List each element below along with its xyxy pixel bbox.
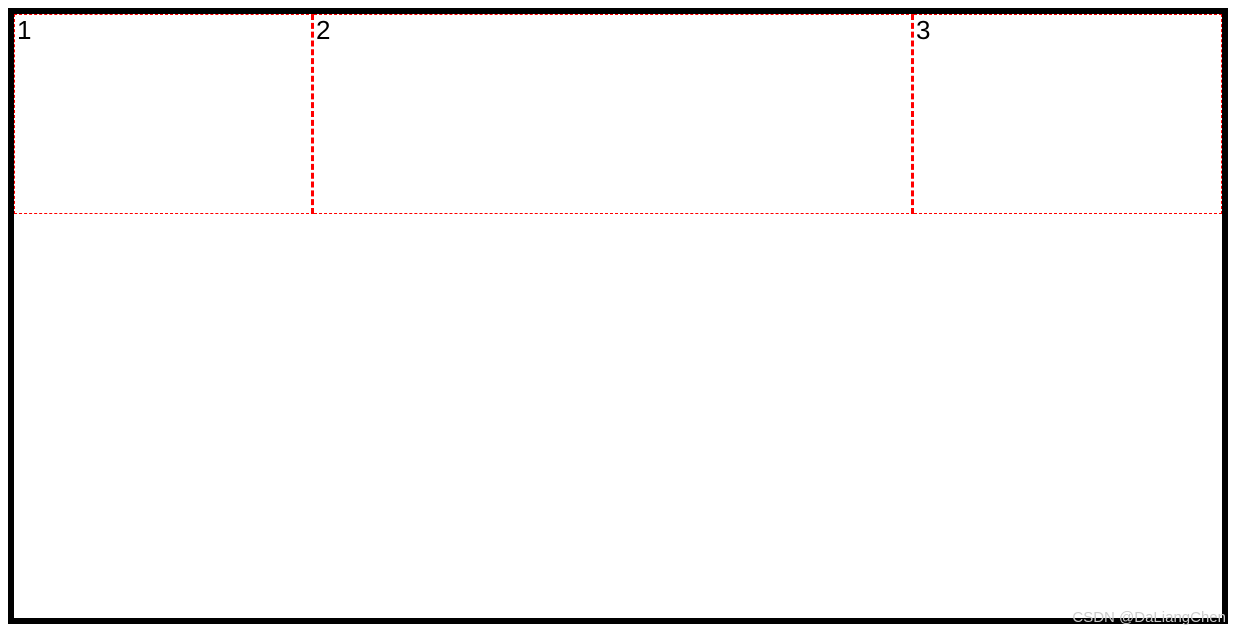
- grid-container: 1 2 3: [8, 8, 1228, 624]
- cell-label-2: 2: [316, 17, 330, 43]
- grid-row: 1 2 3: [14, 14, 1222, 214]
- grid-cell-3: 3: [914, 14, 1222, 214]
- cell-label-1: 1: [17, 17, 31, 43]
- grid-cell-2: 2: [314, 14, 914, 214]
- cell-label-3: 3: [916, 17, 930, 43]
- grid-cell-1: 1: [14, 14, 314, 214]
